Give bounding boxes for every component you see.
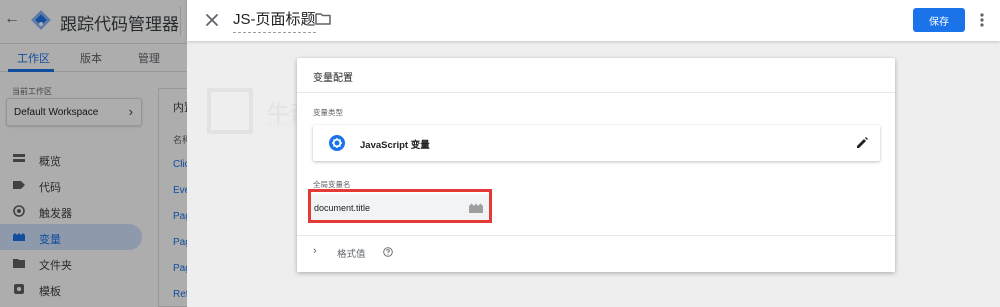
- format-value-label: 格式值: [337, 249, 366, 260]
- save-button[interactable]: 保存: [913, 8, 965, 32]
- title-field[interactable]: JS-页面标题: [233, 9, 316, 33]
- panel-header: JS-页面标题 保存: [187, 0, 1000, 41]
- folder-icon[interactable]: [314, 10, 332, 28]
- gear-icon: [329, 135, 345, 151]
- help-icon[interactable]: [383, 247, 393, 257]
- card-title: 变量配置: [313, 73, 353, 84]
- variable-title[interactable]: JS-页面标题: [233, 11, 316, 28]
- global-variable-field[interactable]: [310, 194, 490, 222]
- divider: [297, 235, 895, 236]
- variable-config-card: 变量配置 变量类型 JavaScript 变量 全局变量名 › 格: [297, 58, 895, 272]
- pencil-icon[interactable]: [855, 136, 869, 150]
- variable-type-name: JavaScript 变量: [360, 140, 430, 151]
- format-value-toggle[interactable]: › 格式值: [311, 242, 511, 264]
- close-icon[interactable]: [201, 9, 223, 31]
- watermark-logo: [207, 88, 253, 134]
- global-variable-label: 全局变量名: [313, 180, 351, 189]
- divider: [297, 92, 895, 93]
- global-variable-input[interactable]: [314, 198, 454, 218]
- chevron-right-icon: ›: [313, 245, 317, 257]
- more-vert-icon[interactable]: [977, 10, 987, 30]
- variable-type-label: 变量类型: [313, 108, 343, 117]
- variable-type-selector[interactable]: JavaScript 变量: [313, 125, 880, 161]
- variable-editor-panel: 牛奇网 NIUQIWANG.COM 牛奇网 NIUQIWANG.COM JS-页…: [187, 0, 1000, 307]
- variable-picker-icon[interactable]: [468, 201, 484, 215]
